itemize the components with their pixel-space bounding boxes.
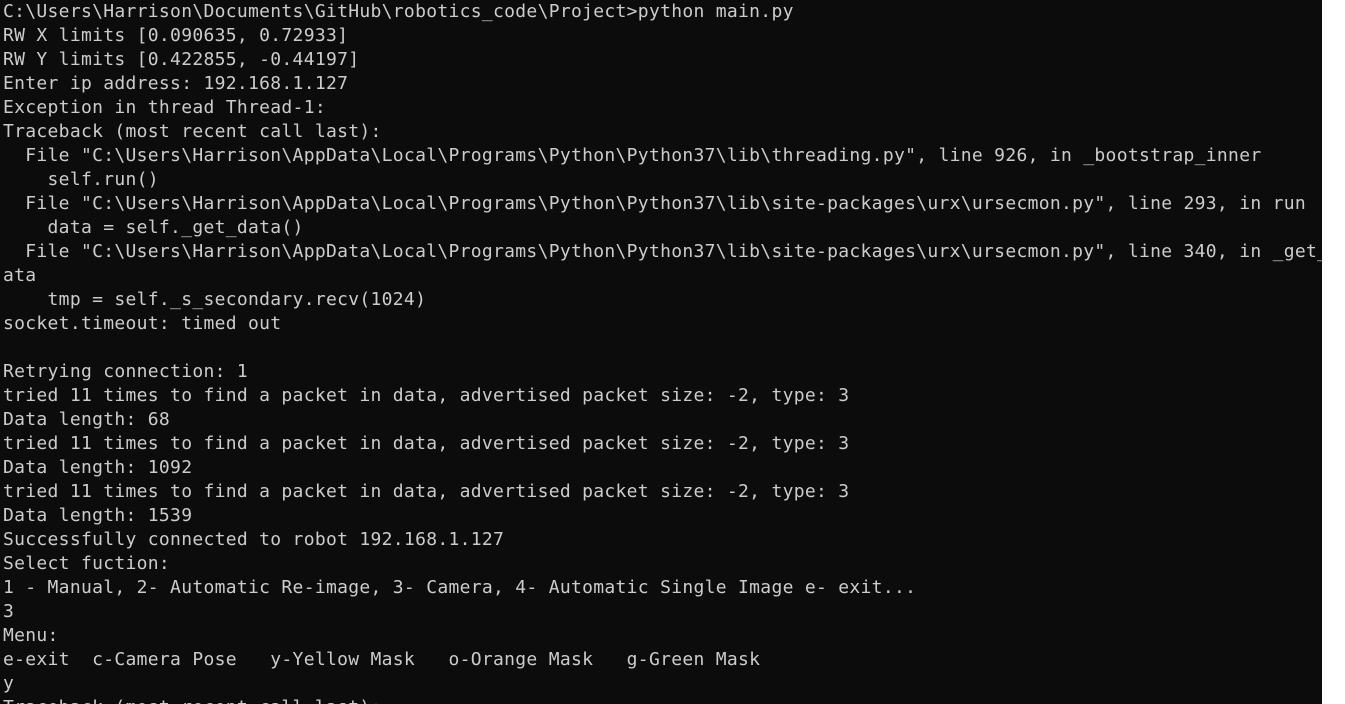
console-line: Retrying connection: 1: [3, 361, 249, 382]
console-line: Data length: 68: [3, 409, 171, 430]
console-line: Exception in thread Thread-1:: [3, 97, 326, 118]
console-line: tmp = self._s_secondary.recv(1024): [3, 289, 427, 310]
console-line: 1 - Manual, 2- Automatic Re-image, 3- Ca…: [3, 577, 917, 598]
console-line: e-exit c-Camera Pose y-Yellow Mask o-Ora…: [3, 649, 761, 670]
console-output: C:\Users\Harrison\Documents\GitHub\robot…: [3, 0, 1322, 704]
console-line: Data length: 1092: [3, 457, 193, 478]
console-window[interactable]: C:\Users\Harrison\Documents\GitHub\robot…: [0, 0, 1322, 704]
console-line: self.run(): [3, 169, 159, 190]
console-line: RW Y limits [0.422855, -0.44197]: [3, 49, 360, 70]
window-background-strip: [1322, 0, 1345, 704]
console-line: 3: [3, 601, 15, 622]
console-line: Traceback (most recent call last):: [3, 121, 382, 142]
console-line: RW X limits [0.090635, 0.72933]: [3, 25, 349, 46]
console-line: tried 11 times to find a packet in data,…: [3, 481, 850, 502]
console-line: socket.timeout: timed out: [3, 313, 282, 334]
console-line: Enter ip address: 192.168.1.127: [3, 73, 349, 94]
console-line: Select fuction:: [3, 553, 171, 574]
console-line: tried 11 times to find a packet in data,…: [3, 385, 850, 406]
console-line: Menu:: [3, 625, 59, 646]
console-line: File "C:\Users\Harrison\AppData\Local\Pr…: [3, 193, 1307, 214]
console-line: tried 11 times to find a packet in data,…: [3, 433, 850, 454]
console-line: y: [3, 673, 15, 694]
console-line: File "C:\Users\Harrison\AppData\Local\Pr…: [3, 145, 1262, 166]
console-line: C:\Users\Harrison\Documents\GitHub\robot…: [3, 1, 794, 22]
console-line: Data length: 1539: [3, 505, 193, 526]
console-line: Traceback (most recent call last):: [3, 696, 1322, 704]
console-line: File "C:\Users\Harrison\AppData\Local\Pr…: [3, 241, 1322, 262]
console-line: ata: [3, 265, 37, 286]
console-line: Successfully connected to robot 192.168.…: [3, 529, 505, 550]
console-line: data = self._get_data(): [3, 217, 304, 238]
